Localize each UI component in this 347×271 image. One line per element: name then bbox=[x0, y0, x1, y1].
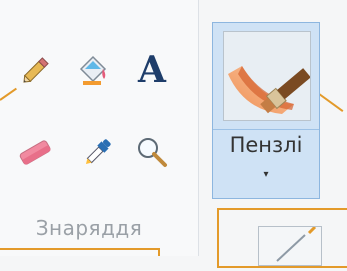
color-picker-tool[interactable] bbox=[78, 132, 118, 172]
callout-line-bottom-left-vertical bbox=[158, 248, 160, 256]
tools-group: A Знаряддя bbox=[0, 0, 198, 256]
brush-icon bbox=[223, 31, 311, 121]
brushes-button[interactable]: Пензлі ▾ bbox=[212, 22, 320, 199]
text-tool[interactable]: A bbox=[132, 49, 172, 91]
eraser-tool[interactable] bbox=[16, 132, 56, 172]
magnifier-tool[interactable] bbox=[132, 132, 172, 172]
chevron-down-icon[interactable]: ▾ bbox=[213, 169, 319, 180]
color-picker-icon bbox=[80, 134, 116, 170]
text-icon: A bbox=[138, 49, 166, 91]
fill-tool[interactable] bbox=[72, 50, 112, 90]
callout-line-bottom-left bbox=[0, 248, 160, 250]
eraser-icon bbox=[16, 134, 56, 170]
pencil-tool[interactable] bbox=[16, 50, 56, 90]
brushes-label: Пензлі bbox=[229, 133, 303, 157]
brushes-separator bbox=[213, 129, 319, 130]
group-label-tools: Знаряддя bbox=[35, 216, 143, 240]
ribbon-divider bbox=[198, 0, 199, 256]
shape-preview-icon bbox=[258, 225, 322, 266]
pencil-icon bbox=[18, 52, 54, 88]
magnifier-icon bbox=[134, 134, 170, 170]
fill-bucket-icon bbox=[73, 51, 111, 89]
